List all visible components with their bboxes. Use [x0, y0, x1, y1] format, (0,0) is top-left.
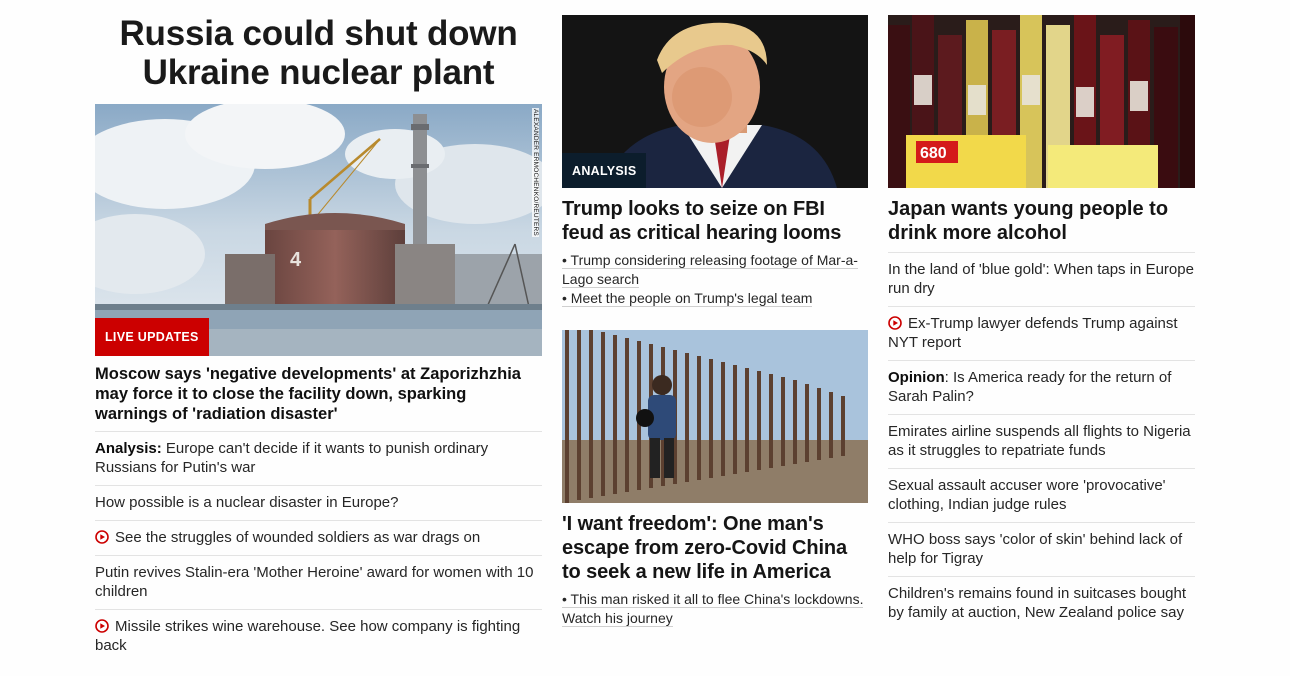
- list-item[interactable]: Emirates airline suspends all flights to…: [888, 414, 1195, 468]
- list-item-opinion[interactable]: Opinion: Is America ready for the return…: [888, 360, 1195, 414]
- trump-related-links: • Trump considering releasing footage of…: [562, 251, 868, 308]
- play-icon: [888, 316, 902, 330]
- list-item-video[interactable]: Missile strikes wine warehouse. See how …: [95, 609, 542, 663]
- japan-alcohol-headline[interactable]: Japan wants young people to drink more a…: [888, 197, 1195, 245]
- trump-headline[interactable]: Trump looks to seize on FBI feud as crit…: [562, 197, 868, 245]
- svg-text:4: 4: [290, 249, 302, 271]
- related-link-text: Meet the people on Trump's legal team: [570, 290, 813, 306]
- china-escape-headline[interactable]: 'I want freedom': One man's escape from …: [562, 512, 868, 584]
- middle-column: ANALYSIS Trump looks to seize on FBI feu…: [562, 0, 868, 628]
- alcohol-image[interactable]: 680: [888, 15, 1195, 188]
- list-item-text: Putin revives Stalin-era 'Mother Heroine…: [95, 564, 534, 600]
- list-item-text: Missile strikes wine warehouse. See how …: [95, 618, 521, 654]
- related-link[interactable]: • Trump considering releasing footage of…: [562, 252, 858, 288]
- related-link[interactable]: • Meet the people on Trump's legal team: [562, 290, 813, 307]
- trump-image[interactable]: ANALYSIS: [562, 15, 868, 188]
- list-item-text: Sexual assault accuser wore 'provocative…: [888, 477, 1166, 513]
- lead-headline[interactable]: Russia could shut down Ukraine nuclear p…: [95, 14, 542, 92]
- wine-bottles-photo: 680: [888, 15, 1195, 188]
- right-column: 680 Japan wants young people to drink mo…: [888, 0, 1195, 630]
- lead-story-column: Russia could shut down Ukraine nuclear p…: [95, 0, 542, 663]
- china-related-links: • This man risked it all to flee China's…: [562, 590, 868, 628]
- border-wall-image[interactable]: [562, 330, 868, 503]
- related-link[interactable]: • This man risked it all to flee China's…: [562, 591, 864, 627]
- related-link-text: This man risked it all to flee China's l…: [562, 591, 864, 626]
- list-item-text: WHO boss says 'color of skin' behind lac…: [888, 531, 1183, 567]
- list-item[interactable]: Children's remains found in suitcases bo…: [888, 576, 1195, 630]
- list-item-video[interactable]: Ex-Trump lawyer defends Trump against NY…: [888, 306, 1195, 360]
- play-icon: [95, 619, 109, 633]
- list-item[interactable]: In the land of 'blue gold': When taps in…: [888, 252, 1195, 306]
- border-wall-photo: [562, 330, 868, 503]
- photo-credit: ALEXANDER ERMOCHENKO/REUTERS: [532, 108, 539, 237]
- list-item-text: Children's remains found in suitcases bo…: [888, 585, 1187, 621]
- list-item[interactable]: Sexual assault accuser wore 'provocative…: [888, 468, 1195, 522]
- list-item-text: In the land of 'blue gold': When taps in…: [888, 261, 1194, 297]
- lead-summary[interactable]: Moscow says 'negative developments' at Z…: [95, 364, 542, 431]
- opinion-prefix: Opinion: [888, 369, 945, 386]
- play-icon: [95, 530, 109, 544]
- analysis-badge: ANALYSIS: [562, 153, 647, 188]
- list-item-text: Ex-Trump lawyer defends Trump against NY…: [888, 315, 1178, 351]
- list-item[interactable]: WHO boss says 'color of skin' behind lac…: [888, 522, 1195, 576]
- live-updates-badge: LIVE UPDATES: [95, 318, 209, 356]
- analysis-prefix: Analysis:: [95, 440, 162, 457]
- list-item-text: See the struggles of wounded soldiers as…: [115, 529, 481, 546]
- related-link-text: Trump considering releasing footage of M…: [562, 252, 858, 287]
- list-item-analysis[interactable]: Analysis: Europe can't decide if it want…: [95, 431, 542, 485]
- lead-image[interactable]: 4 ALEXANDER ERMOCHENKO/REUTERS LIVE UPDA…: [95, 104, 542, 356]
- list-item[interactable]: Putin revives Stalin-era 'Mother Heroine…: [95, 555, 542, 609]
- list-item-text: How possible is a nuclear disaster in Eu…: [95, 494, 399, 511]
- price-tag-text: 680: [920, 145, 947, 162]
- list-item-video[interactable]: See the struggles of wounded soldiers as…: [95, 520, 542, 555]
- list-item-text: Emirates airline suspends all flights to…: [888, 423, 1191, 459]
- list-item[interactable]: How possible is a nuclear disaster in Eu…: [95, 485, 542, 520]
